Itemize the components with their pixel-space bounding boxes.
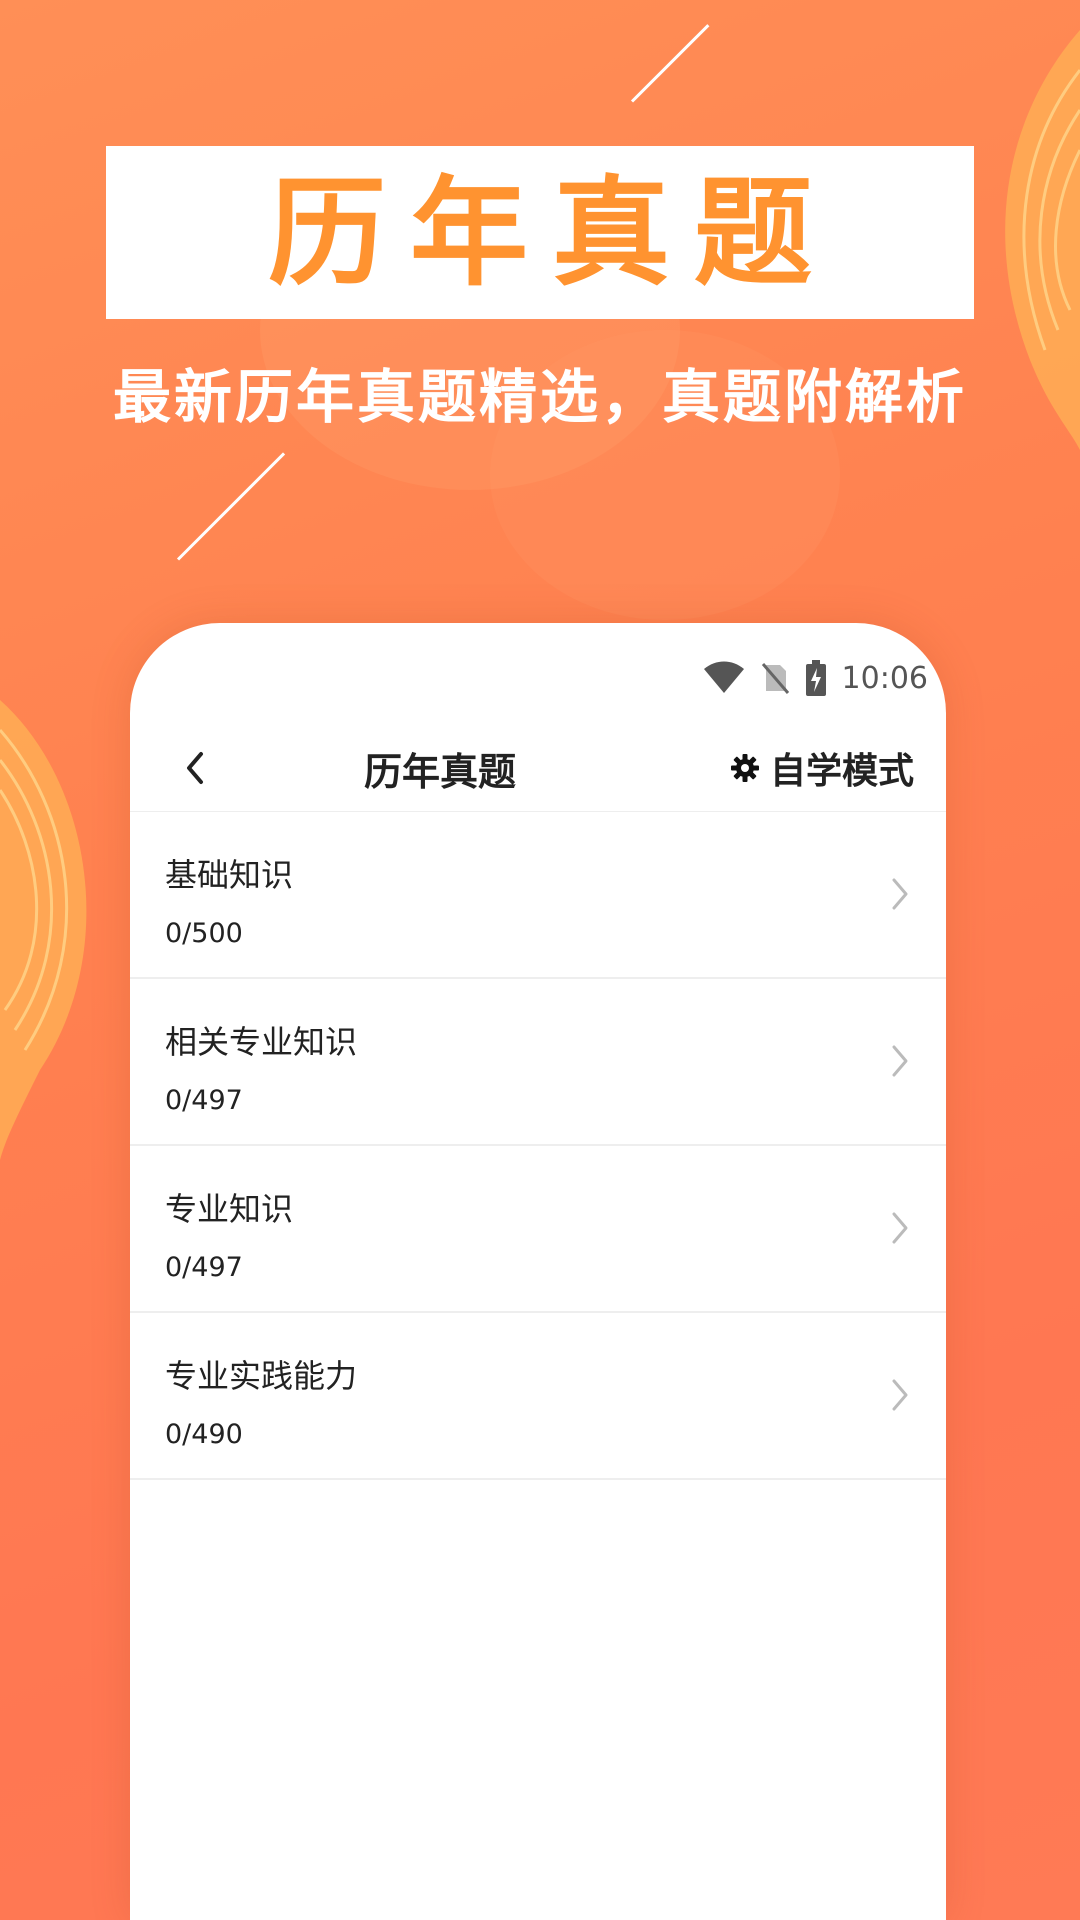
decorative-wave-left [0,700,87,1160]
list-item[interactable]: 相关专业知识 0/497 [130,979,946,1146]
list-item-title: 专业知识 [165,1190,294,1228]
banner-title-box: 历年真题 [106,146,974,319]
list-item[interactable]: 专业知识 0/497 [130,1146,946,1313]
chevron-right-icon [892,1379,908,1411]
gear-icon [730,754,759,782]
list-item[interactable]: 专业实践能力 0/490 [130,1313,946,1480]
phone-screen: 10:06 历年真题 自学模式 基础知识 0/500 相关专业知识 0/497 … [130,623,946,1920]
app-bar: 历年真题 自学模式 [130,723,946,812]
status-time: 10:06 [841,660,928,696]
page-title: 历年真题 [363,750,516,794]
list-item[interactable]: 基础知识 0/500 [130,812,946,979]
chevron-right-icon [892,1045,908,1077]
wifi-icon [703,661,744,693]
list-item-title: 相关专业知识 [165,1023,358,1061]
decorative-line [176,452,286,561]
banner-title: 历年真题 [267,163,836,302]
status-bar: 10:06 [702,653,928,703]
self-study-mode-label: 自学模式 [769,751,914,792]
list-item-title: 基础知识 [165,856,294,894]
exam-category-list: 基础知识 0/500 相关专业知识 0/497 专业知识 0/497 专业实践能… [130,812,946,1480]
banner-subtitle: 最新历年真题精选，真题附解析 [112,363,967,431]
decorative-line [630,24,710,103]
no-sim-icon [761,663,789,694]
list-item-progress: 0/497 [165,1252,243,1283]
chevron-right-icon [892,1212,908,1244]
chevron-right-icon [892,878,908,910]
self-study-mode-button[interactable]: 自学模式 [730,743,914,793]
list-item-progress: 0/497 [165,1085,243,1116]
list-item-progress: 0/500 [165,918,243,949]
list-item-title: 专业实践能力 [165,1357,358,1395]
battery-charging-icon [805,660,826,696]
list-item-progress: 0/490 [165,1419,243,1450]
